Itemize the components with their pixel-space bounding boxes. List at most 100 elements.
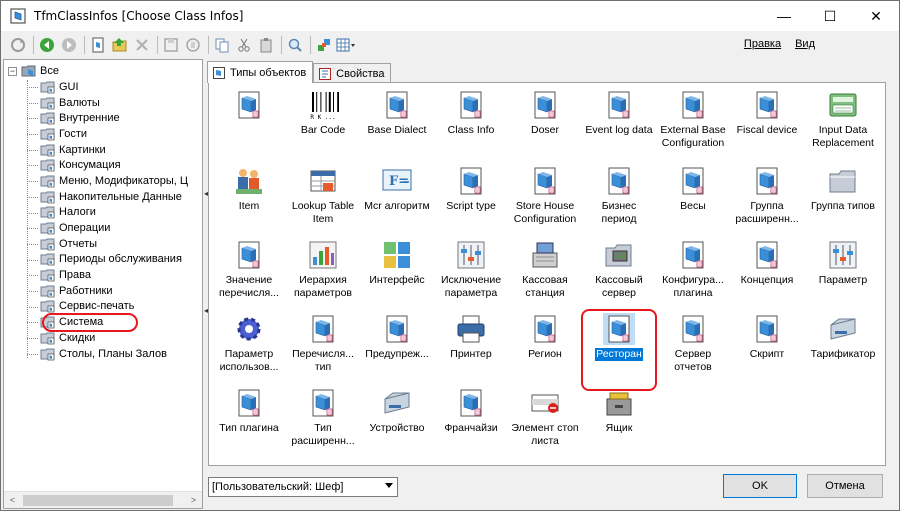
tree-item-label: Отчеты bbox=[59, 237, 98, 250]
view-grid-icon[interactable] bbox=[336, 35, 356, 55]
object-type-item[interactable]: Интерфейс bbox=[360, 239, 434, 287]
tree-item[interactable]: Меню, Модификаторы, Ц bbox=[4, 173, 202, 189]
object-type-item[interactable]: Весы bbox=[656, 165, 730, 213]
cut-icon[interactable] bbox=[234, 35, 254, 55]
tree-item[interactable]: Внутренние bbox=[4, 110, 202, 126]
minimize-button[interactable]: — bbox=[761, 1, 807, 31]
tree-item[interactable]: Валюты bbox=[4, 95, 202, 111]
save-icon[interactable] bbox=[161, 35, 181, 55]
object-type-item[interactable]: Тип расширенн... bbox=[286, 387, 360, 448]
object-type-item[interactable]: Бизнес период bbox=[582, 165, 656, 226]
open-icon[interactable] bbox=[110, 35, 130, 55]
user-combo[interactable]: [Пользовательский: Шеф] bbox=[208, 477, 398, 497]
tree-item[interactable]: Отчеты bbox=[4, 236, 202, 252]
object-type-item[interactable]: Script type bbox=[434, 165, 508, 213]
tab-object-types[interactable]: Типы объектов bbox=[207, 61, 314, 83]
object-type-item[interactable]: Тарификатор bbox=[806, 313, 880, 361]
object-type-item[interactable]: Input Data Replacement bbox=[806, 89, 880, 150]
object-type-item[interactable]: Значение перечисля... bbox=[212, 239, 286, 300]
collapse-icon[interactable]: − bbox=[8, 66, 17, 76]
object-type-item[interactable]: Class Info bbox=[434, 89, 508, 137]
object-type-item[interactable]: Store House Configuration bbox=[508, 165, 582, 226]
tree-root[interactable]: − Все bbox=[8, 63, 59, 79]
object-type-item[interactable]: Lookup Table Item bbox=[286, 165, 360, 226]
object-type-item[interactable]: Параметр использов... bbox=[212, 313, 286, 374]
tree-item[interactable]: Периоды обслуживания bbox=[4, 252, 202, 268]
tree-item[interactable]: Налоги bbox=[4, 205, 202, 221]
object-type-item[interactable]: Конфигура... плагина bbox=[656, 239, 730, 300]
forward-icon[interactable] bbox=[59, 35, 79, 55]
object-type-item[interactable]: Регион bbox=[508, 313, 582, 361]
cube-icon bbox=[756, 167, 778, 195]
tree-item[interactable]: Права bbox=[4, 267, 202, 283]
object-type-item[interactable]: External Base Configuration bbox=[656, 89, 730, 150]
object-type-item[interactable]: Тип плагина bbox=[212, 387, 286, 435]
tree-item[interactable]: Консумация bbox=[4, 157, 202, 173]
category-tree[interactable]: − Все GUI Валюты Внутренние Гости Картинки Ко… bbox=[3, 59, 203, 509]
object-type-item[interactable]: Группа расширенн... bbox=[730, 165, 804, 226]
refresh-icon[interactable] bbox=[8, 35, 28, 55]
menu-edit[interactable]: Правка bbox=[744, 38, 781, 50]
object-type-item[interactable]: R K ... Bar Code bbox=[286, 89, 360, 137]
object-type-item[interactable]: Перечисля... тип bbox=[286, 313, 360, 374]
tree-horizontal-scrollbar[interactable]: < > bbox=[4, 491, 202, 508]
object-type-item[interactable]: Предупреж... bbox=[360, 313, 434, 361]
tree-item[interactable]: Работники bbox=[4, 283, 202, 299]
object-type-item[interactable]: Иерархия параметров bbox=[286, 239, 360, 300]
object-type-item[interactable]: Группа типов bbox=[806, 165, 880, 213]
tree-item[interactable]: Картинки bbox=[4, 142, 202, 158]
tab-properties[interactable]: Свойства bbox=[313, 63, 392, 83]
tree-item[interactable]: Накопительные Данные bbox=[4, 189, 202, 205]
toolbar-separator bbox=[84, 36, 85, 54]
object-type-label: Тип плагина bbox=[219, 422, 279, 434]
object-type-item[interactable]: Base Dialect bbox=[360, 89, 434, 137]
scroll-right-icon[interactable]: > bbox=[185, 492, 202, 509]
scroll-thumb[interactable] bbox=[23, 494, 173, 506]
object-type-item[interactable]: Элемент стоп листа bbox=[508, 387, 582, 448]
tree-item[interactable]: Гости bbox=[4, 126, 202, 142]
tree-item[interactable]: Сервис-печать bbox=[4, 299, 202, 315]
object-type-item[interactable]: Принтер bbox=[434, 313, 508, 361]
new-icon[interactable] bbox=[88, 35, 108, 55]
scroll-track[interactable] bbox=[21, 492, 185, 509]
copy-icon[interactable] bbox=[212, 35, 232, 55]
tree-item[interactable]: Скидки bbox=[4, 330, 202, 346]
title-bar[interactable]: TfmClassInfos [Choose Class Infos] — ☐ ✕ bbox=[1, 1, 899, 31]
object-type-item[interactable]: Ящик bbox=[582, 387, 656, 435]
object-type-item[interactable]: Event log data bbox=[582, 89, 656, 137]
tree-item[interactable]: Операции bbox=[4, 220, 202, 236]
maximize-button[interactable]: ☐ bbox=[807, 1, 853, 31]
chevron-down-icon[interactable] bbox=[385, 483, 393, 488]
object-type-item[interactable]: Item bbox=[212, 165, 286, 213]
object-type-item[interactable]: Кассовый сервер bbox=[582, 239, 656, 300]
tools-icon[interactable] bbox=[314, 35, 334, 55]
delete-icon[interactable] bbox=[132, 35, 152, 55]
object-type-item[interactable]: Франчайзи bbox=[434, 387, 508, 435]
object-type-item[interactable]: Концепция bbox=[730, 239, 804, 287]
object-type-item[interactable]: Скрипт bbox=[730, 313, 804, 361]
cancel-button[interactable]: Отмена bbox=[807, 474, 883, 498]
paste-icon[interactable] bbox=[256, 35, 276, 55]
object-type-label: Франчайзи bbox=[444, 422, 498, 434]
object-type-item[interactable]: Параметр bbox=[806, 239, 880, 287]
save-all-icon[interactable] bbox=[183, 35, 203, 55]
tree-item[interactable]: GUI bbox=[4, 79, 202, 95]
scroll-left-icon[interactable]: < bbox=[4, 492, 21, 509]
object-type-item[interactable]: Кассовая станция bbox=[508, 239, 582, 300]
object-type-item[interactable] bbox=[212, 89, 286, 124]
ok-button[interactable]: OK bbox=[723, 474, 797, 498]
object-type-item[interactable]: Устройство bbox=[360, 387, 434, 435]
back-icon[interactable] bbox=[37, 35, 57, 55]
find-icon[interactable] bbox=[285, 35, 305, 55]
object-type-item[interactable]: Сервер отчетов bbox=[656, 313, 730, 374]
menu-view[interactable]: Вид bbox=[795, 38, 815, 50]
tree-item[interactable]: Столы, Планы Залов bbox=[4, 346, 202, 362]
object-type-item[interactable]: F= Mcr алгоритм bbox=[360, 165, 434, 213]
close-button[interactable]: ✕ bbox=[853, 1, 899, 31]
object-type-item[interactable]: Doser bbox=[508, 89, 582, 137]
folder-icon bbox=[40, 175, 55, 188]
gear-icon bbox=[237, 317, 261, 341]
object-type-item[interactable]: Исключение параметра bbox=[434, 239, 508, 300]
object-type-item[interactable]: Fiscal device bbox=[730, 89, 804, 137]
tab-object-types-label: Типы объектов bbox=[230, 66, 307, 79]
